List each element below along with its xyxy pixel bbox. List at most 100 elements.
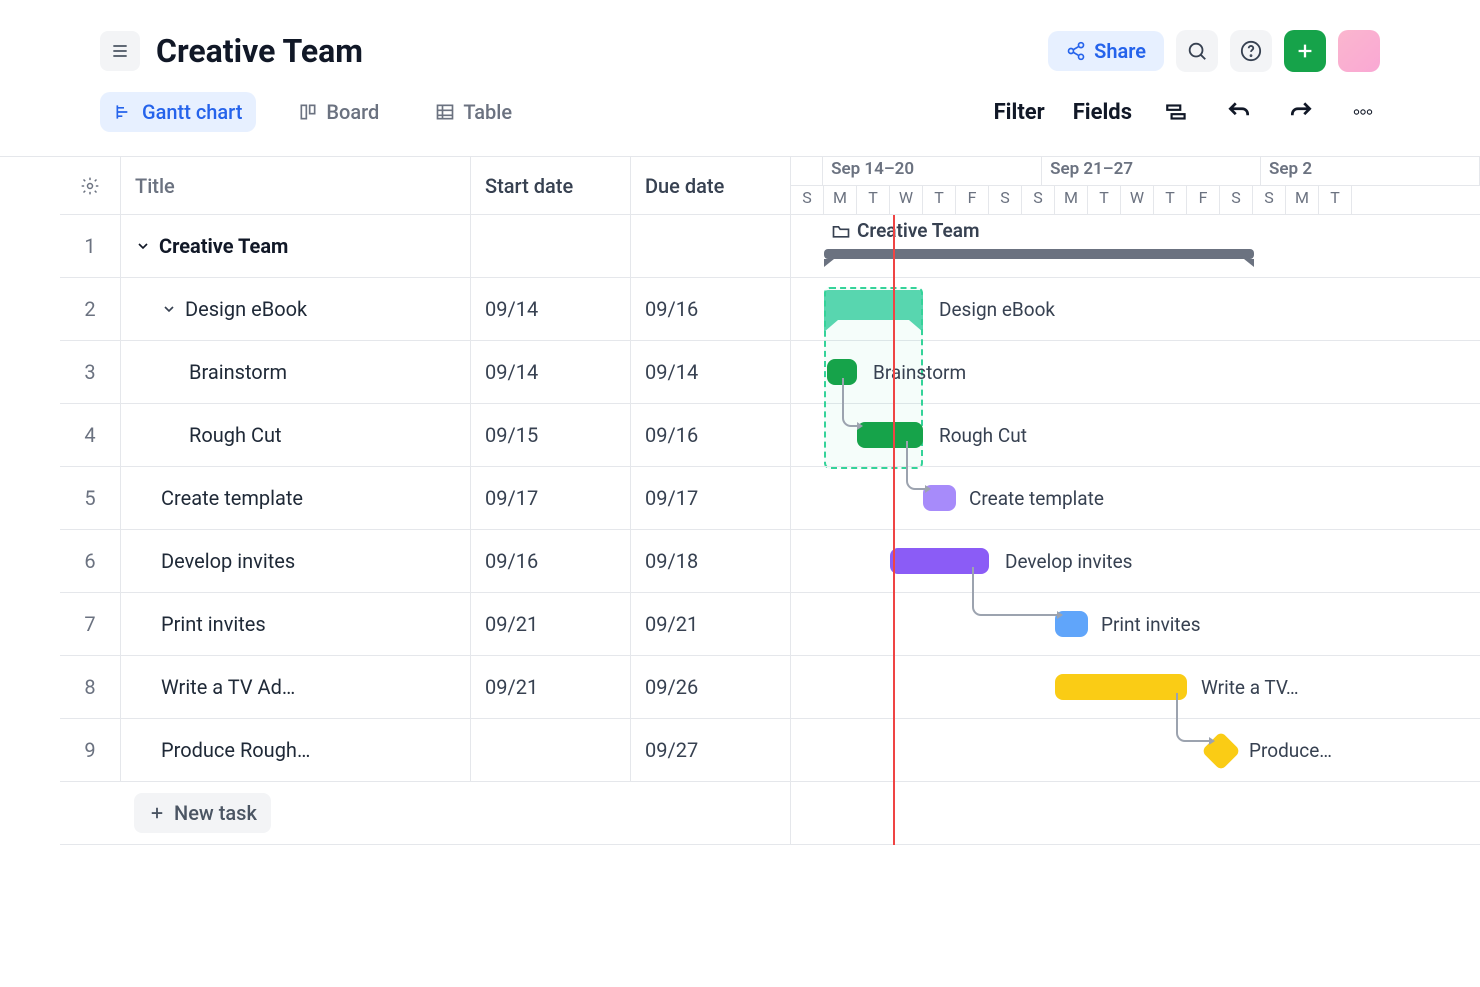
row-number: 8 <box>60 675 120 699</box>
table-row[interactable]: 1 Creative Team <box>60 215 790 278</box>
gantt-bar-label: Creative Team <box>857 219 979 242</box>
day-label: W <box>1121 186 1154 214</box>
task-bar[interactable] <box>1055 611 1088 637</box>
row-number: 5 <box>60 486 120 510</box>
task-bar[interactable] <box>923 485 956 511</box>
settings-column-button[interactable] <box>60 176 120 196</box>
user-avatar[interactable] <box>1338 30 1380 72</box>
tab-board[interactable]: Board <box>284 92 393 132</box>
tab-gantt[interactable]: Gantt chart <box>100 92 256 132</box>
row-title: Rough Cut <box>120 404 470 466</box>
row-due: 09/21 <box>630 593 790 655</box>
workspace: Title Start date Due date 1 Creative Tea… <box>0 156 1480 845</box>
row-title: Develop invites <box>120 530 470 592</box>
table-row[interactable]: 8 Write a TV Ad… 09/21 09/26 <box>60 656 790 719</box>
summary-bar[interactable] <box>824 249 1254 259</box>
share-button[interactable]: Share <box>1048 31 1164 71</box>
table-row[interactable]: 4 Rough Cut 09/15 09/16 <box>60 404 790 467</box>
row-number: 3 <box>60 360 120 384</box>
table-icon <box>435 102 455 122</box>
add-button[interactable] <box>1284 30 1326 72</box>
row-due: 09/26 <box>630 656 790 718</box>
gantt-bar-label: Write a TV… <box>1201 676 1299 699</box>
row-due <box>630 215 790 277</box>
menu-button[interactable] <box>100 31 140 71</box>
gantt-day-header: SMTWTFSSMTWTFSSMT <box>791 186 1480 215</box>
chevron-down-icon[interactable] <box>161 301 177 317</box>
gantt-bar-label: Design eBook <box>939 298 1055 321</box>
day-label: S <box>989 186 1022 214</box>
menu-icon <box>110 41 130 61</box>
folder-icon <box>831 221 851 241</box>
more-button[interactable] <box>1346 95 1380 129</box>
row-start <box>470 215 630 277</box>
table-row[interactable]: 2 Design eBook 09/14 09/16 <box>60 278 790 341</box>
tab-table-label: Table <box>463 100 512 124</box>
help-button[interactable] <box>1230 30 1272 72</box>
column-header-due[interactable]: Due date <box>630 157 790 214</box>
filter-button[interactable]: Filter <box>994 100 1045 125</box>
new-task-row: New task <box>60 782 790 845</box>
share-icon <box>1066 41 1086 61</box>
today-indicator <box>893 215 895 845</box>
timeline-settings-button[interactable] <box>1160 95 1194 129</box>
row-start <box>470 719 630 781</box>
tab-gantt-label: Gantt chart <box>142 100 242 124</box>
table-row[interactable]: 3 Brainstorm 09/14 09/14 <box>60 341 790 404</box>
row-due: 09/27 <box>630 719 790 781</box>
row-due: 09/16 <box>630 278 790 340</box>
day-label: T <box>1088 186 1121 214</box>
row-title: Write a TV Ad… <box>120 656 470 718</box>
tab-board-label: Board <box>326 100 379 124</box>
column-header-start[interactable]: Start date <box>470 157 630 214</box>
search-button[interactable] <box>1176 30 1218 72</box>
day-label: T <box>1319 186 1352 214</box>
gantt-bar-label: Brainstorm <box>873 361 966 384</box>
sheet-header: Title Start date Due date <box>60 157 790 215</box>
new-task-button[interactable]: New task <box>134 793 271 833</box>
fields-button[interactable]: Fields <box>1073 100 1132 125</box>
day-label: F <box>1187 186 1220 214</box>
day-label: S <box>1022 186 1055 214</box>
table-row[interactable]: 6 Develop invites 09/16 09/18 <box>60 530 790 593</box>
table-row[interactable]: 7 Print invites 09/21 09/21 <box>60 593 790 656</box>
row-start: 09/17 <box>470 467 630 529</box>
row-title: Print invites <box>120 593 470 655</box>
share-label: Share <box>1094 39 1146 63</box>
day-label: W <box>890 186 923 214</box>
row-due: 09/17 <box>630 467 790 529</box>
undo-button[interactable] <box>1222 95 1256 129</box>
row-number: 7 <box>60 612 120 636</box>
table-row[interactable]: 5 Create template 09/17 09/17 <box>60 467 790 530</box>
day-label: S <box>791 186 824 214</box>
task-bar[interactable] <box>857 422 923 448</box>
new-task-label: New task <box>174 801 257 825</box>
row-number: 6 <box>60 549 120 573</box>
page-title: Creative Team <box>156 32 363 70</box>
column-header-title[interactable]: Title <box>120 157 470 214</box>
gantt-chart[interactable]: Sep 14–20 Sep 21–27 Sep 2 SMTWTFSSMTWTFS… <box>790 157 1480 845</box>
chevron-down-icon[interactable] <box>135 238 151 254</box>
table-row[interactable]: 9 Produce Rough… 09/27 <box>60 719 790 782</box>
search-icon <box>1186 40 1208 62</box>
task-bar[interactable] <box>1055 674 1187 700</box>
gantt-bar-label: Develop invites <box>1005 550 1132 573</box>
task-bar[interactable] <box>890 548 989 574</box>
row-start: 09/21 <box>470 593 630 655</box>
task-bar[interactable] <box>827 359 857 385</box>
redo-button[interactable] <box>1284 95 1318 129</box>
row-start: 09/15 <box>470 404 630 466</box>
redo-icon <box>1288 99 1314 125</box>
row-due: 09/18 <box>630 530 790 592</box>
gantt-bar-label: Produce… <box>1249 739 1332 762</box>
view-bar: Gantt chart Board Table Filter Fields <box>0 84 1480 156</box>
day-label: T <box>1154 186 1187 214</box>
row-number: 1 <box>60 234 120 258</box>
week-label: Sep 21–27 <box>1042 157 1261 185</box>
tab-table[interactable]: Table <box>421 92 526 132</box>
day-label: F <box>956 186 989 214</box>
milestone-marker[interactable] <box>1201 731 1241 771</box>
row-number: 2 <box>60 297 120 321</box>
undo-icon <box>1226 99 1252 125</box>
row-title: Creative Team <box>120 215 470 277</box>
